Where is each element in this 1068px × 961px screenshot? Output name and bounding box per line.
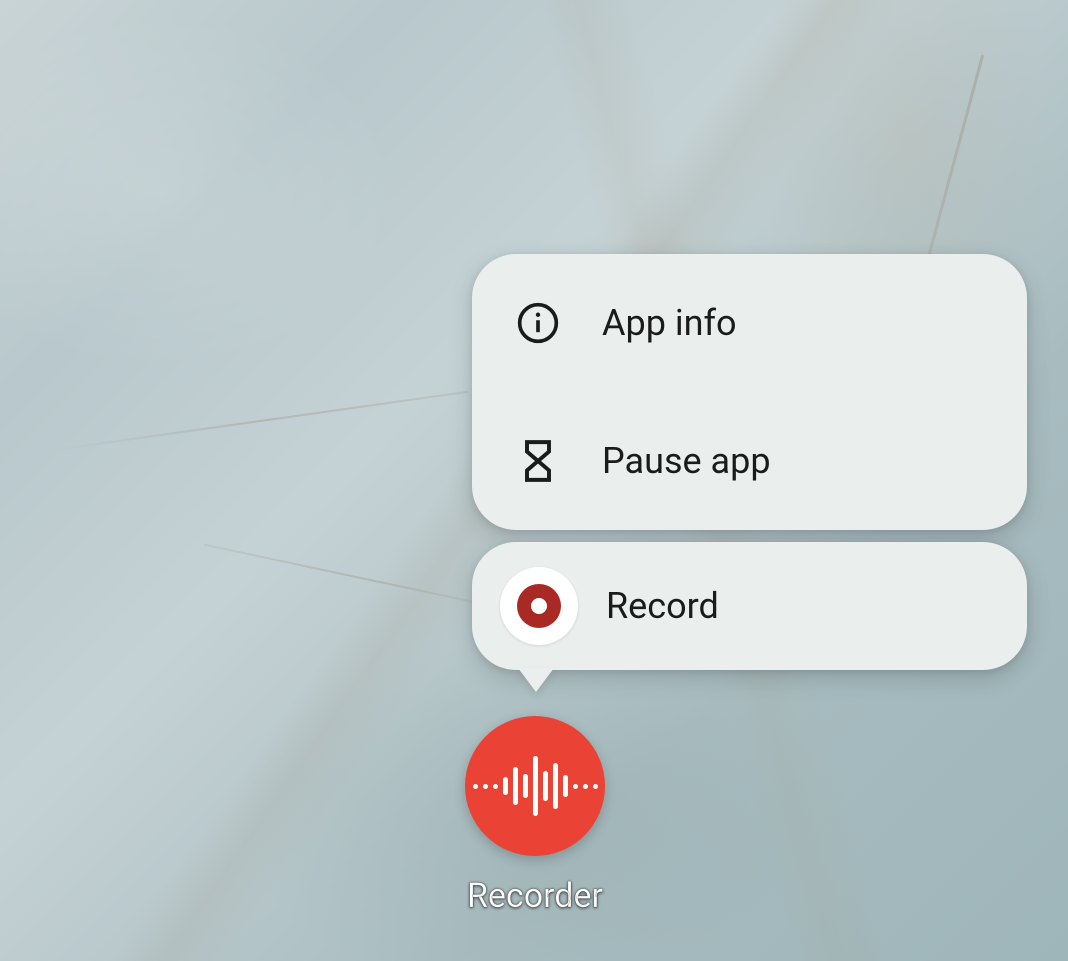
- menu-item-app-info[interactable]: App info: [472, 254, 1027, 392]
- app-icon-label: Recorder: [467, 876, 603, 916]
- shortcut-item-record[interactable]: Record: [472, 542, 1027, 670]
- recorder-app-icon: [465, 716, 605, 856]
- app-icon-recorder[interactable]: Recorder: [465, 716, 605, 916]
- shortcut-item-label: Record: [606, 585, 719, 627]
- info-icon: [510, 295, 566, 351]
- context-menu-system: App info Pause app: [472, 254, 1027, 530]
- menu-item-label: App info: [602, 302, 737, 344]
- hourglass-icon: [510, 433, 566, 489]
- wallpaper-texture: [52, 391, 468, 451]
- context-menu-shortcuts: Record: [472, 542, 1027, 670]
- record-icon: [500, 567, 578, 645]
- menu-item-pause-app[interactable]: Pause app: [472, 392, 1027, 530]
- menu-item-label: Pause app: [602, 440, 771, 482]
- menu-pointer: [518, 668, 554, 692]
- waveform-icon: [473, 756, 598, 816]
